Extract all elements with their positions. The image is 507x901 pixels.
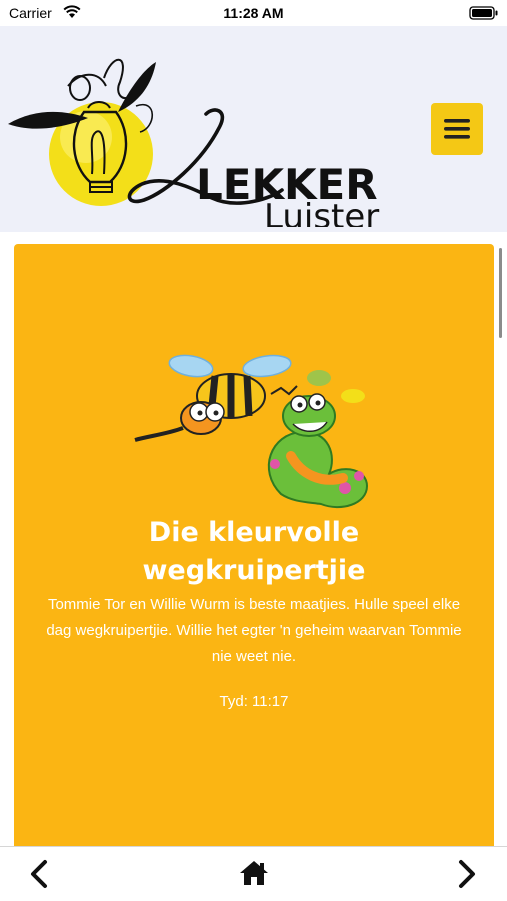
lekker-luister-logo[interactable]: LEKKER Luister — [6, 42, 406, 227]
scrollbar[interactable] — [499, 248, 502, 338]
logo-text-luister: Luister — [264, 197, 379, 227]
app-header: LEKKER Luister — [0, 26, 507, 232]
story-list[interactable]: Die kleurvolle wegkruipertjie Tommie Tor… — [0, 232, 507, 846]
story-description: Tommie Tor en Willie Wurm is beste maatj… — [46, 596, 462, 665]
battery-icon — [469, 6, 498, 20]
chevron-left-icon[interactable] — [27, 859, 51, 889]
bottom-navigation — [0, 846, 507, 901]
story-title[interactable]: Die kleurvolle wegkruipertjie — [14, 514, 494, 590]
story-illustration — [134, 354, 369, 509]
menu-button[interactable] — [431, 103, 483, 155]
hamburger-icon — [444, 119, 470, 139]
status-bar: Carrier 11:28 AM — [0, 0, 507, 26]
home-icon[interactable] — [238, 859, 270, 887]
story-duration: Tyd: 11:17 — [219, 693, 289, 710]
story-card[interactable]: Die kleurvolle wegkruipertjie Tommie Tor… — [14, 244, 494, 846]
story-title-line-1: Die kleurvolle — [148, 517, 360, 548]
story-title-line-2: wegkruipertjie — [142, 555, 366, 586]
status-time: 11:28 AM — [223, 5, 284, 21]
chevron-right-icon[interactable] — [455, 859, 479, 889]
